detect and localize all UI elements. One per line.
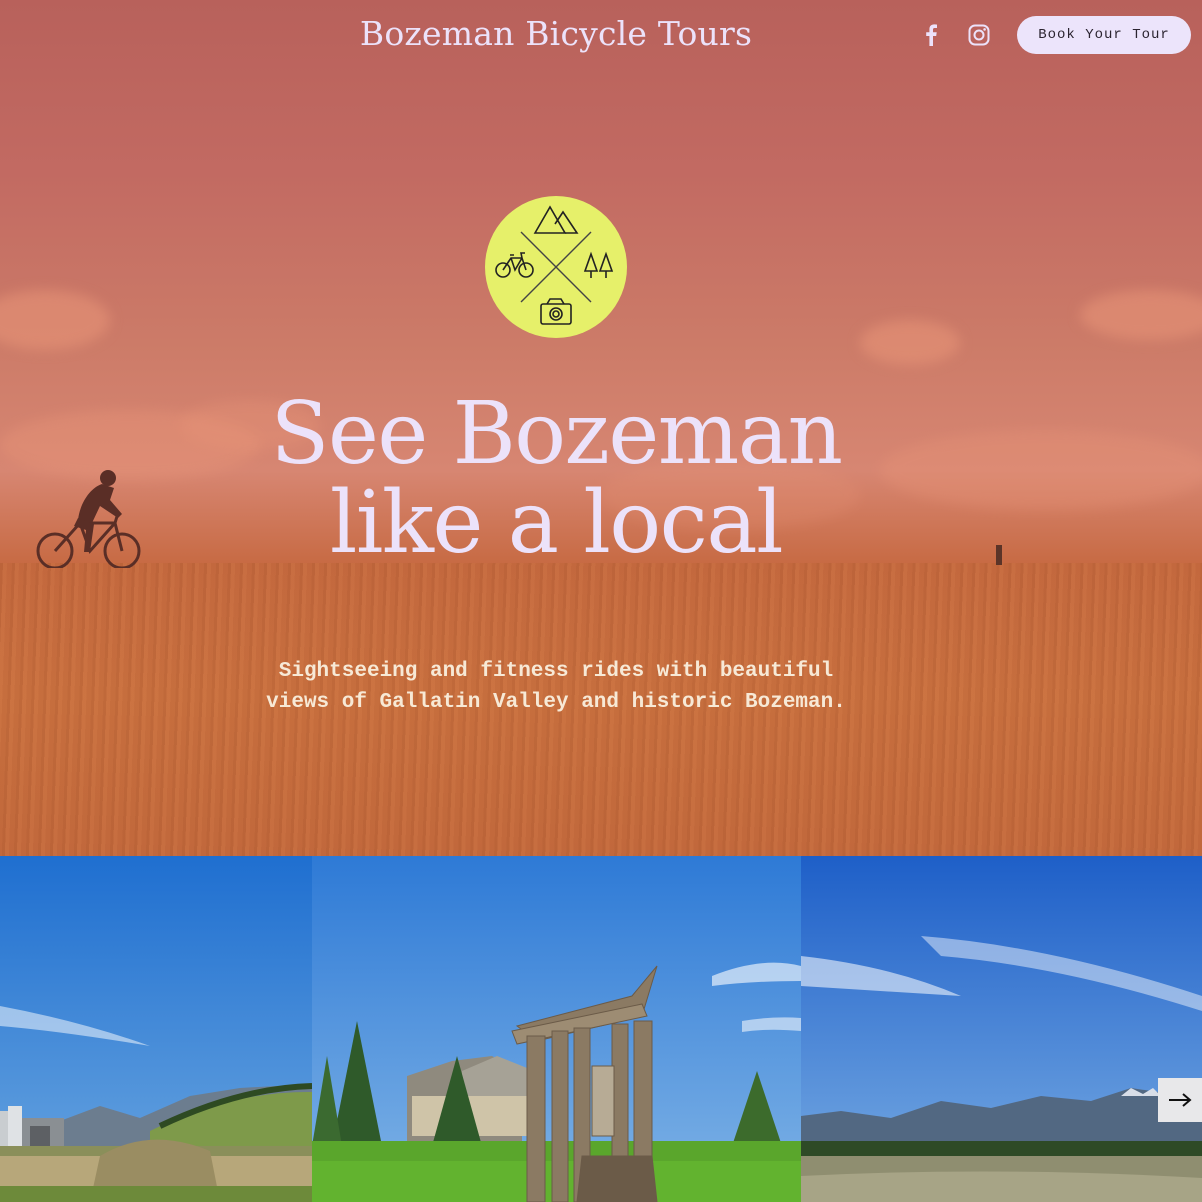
headline-line-2: like a local — [329, 473, 784, 573]
instagram-icon[interactable] — [966, 22, 992, 48]
grain-elevator-photo[interactable] — [0, 856, 312, 1202]
arrow-right-icon[interactable] — [1158, 1078, 1202, 1122]
hero-subtitle: Sightseeing and fitness rides with beaut… — [266, 660, 846, 714]
photo-gallery — [0, 856, 1202, 1202]
site-title[interactable]: Bozeman Bicycle Tours — [0, 14, 1112, 53]
headline-line-1: See Bozeman — [270, 384, 843, 484]
mountain-valley-photo[interactable] — [801, 856, 1202, 1202]
wooden-sculpture-photo[interactable] — [312, 856, 801, 1202]
emblem-badge — [485, 196, 627, 338]
hero-headline: See Bozeman like a local — [0, 390, 1112, 568]
facebook-icon[interactable] — [918, 22, 944, 48]
book-your-tour-button[interactable]: Book Your Tour — [1017, 16, 1191, 54]
